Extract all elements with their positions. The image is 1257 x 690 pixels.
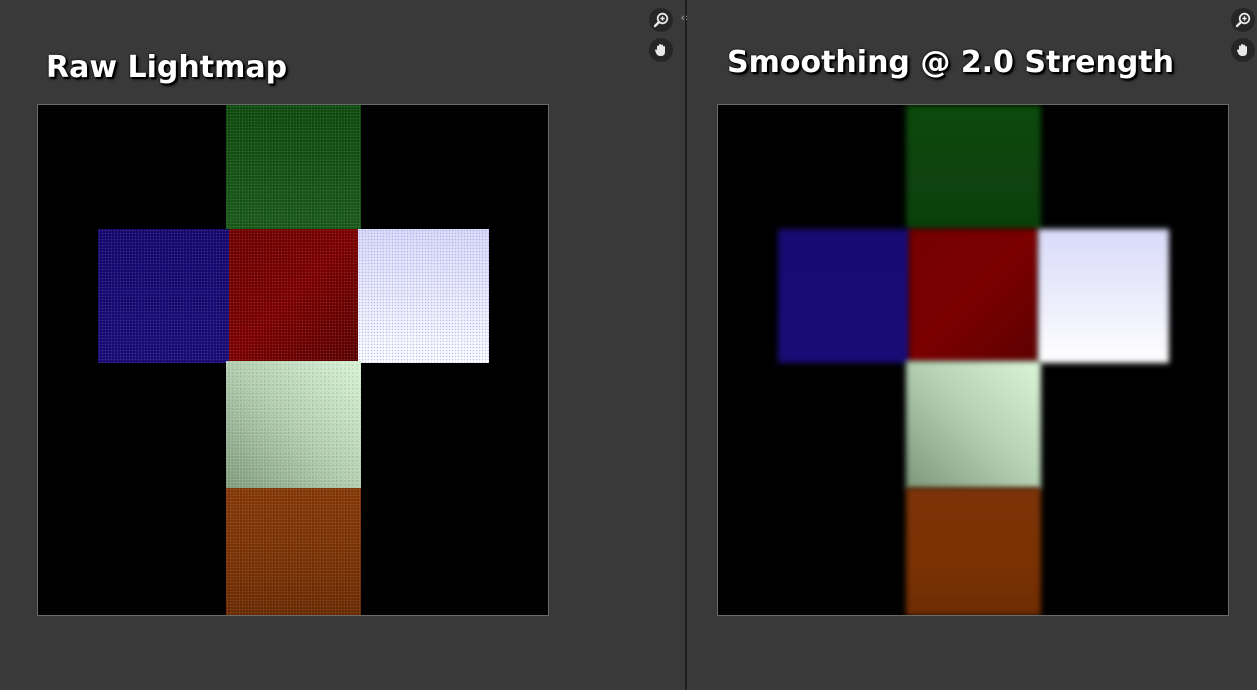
left-preview-pane: Raw Lightmap <box>0 0 685 690</box>
tile-fill <box>226 488 361 615</box>
tile-fill <box>906 488 1041 615</box>
lightmap-tile-center <box>229 229 359 363</box>
pan-button[interactable] <box>649 38 673 62</box>
tile-fill <box>906 105 1041 230</box>
lightmap-tile-right <box>1038 229 1169 363</box>
raw-lightmap-image <box>37 104 549 616</box>
lightmap-tile-right <box>358 229 489 363</box>
tile-fill <box>226 105 361 230</box>
zoom-in-icon <box>653 12 669 28</box>
zoom-in-button[interactable] <box>1231 8 1255 32</box>
lightmap-tile-top <box>226 105 361 230</box>
tile-fill <box>229 229 359 363</box>
lightmap-tile-lower <box>906 361 1041 489</box>
pan-button[interactable] <box>1231 38 1255 62</box>
tile-fill <box>906 361 1041 489</box>
zoom-in-icon <box>1235 12 1251 28</box>
right-preview-pane: Smoothing @ 2.0 Strength <box>687 0 1257 690</box>
lightmap-tile-bottom <box>906 488 1041 615</box>
pan-hand-icon <box>1235 42 1251 58</box>
smoothed-lightmap-image <box>717 104 1229 616</box>
tile-fill <box>909 229 1039 363</box>
lightmap-tile-bottom <box>226 488 361 615</box>
lightmap-tile-left <box>778 229 911 363</box>
tile-fill <box>226 361 361 489</box>
lightmap-tile-center <box>909 229 1039 363</box>
smoothing-title: Smoothing @ 2.0 Strength <box>727 45 1174 80</box>
lightmap-tile-lower <box>226 361 361 489</box>
pan-hand-icon <box>653 42 669 58</box>
lightmap-tile-top <box>906 105 1041 230</box>
tile-fill <box>358 229 489 363</box>
tile-fill <box>98 229 231 363</box>
zoom-in-button[interactable] <box>649 8 673 32</box>
raw-lightmap-title: Raw Lightmap <box>46 50 288 85</box>
tile-fill <box>1038 229 1169 363</box>
lightmap-tile-left <box>98 229 231 363</box>
tile-fill <box>778 229 911 363</box>
